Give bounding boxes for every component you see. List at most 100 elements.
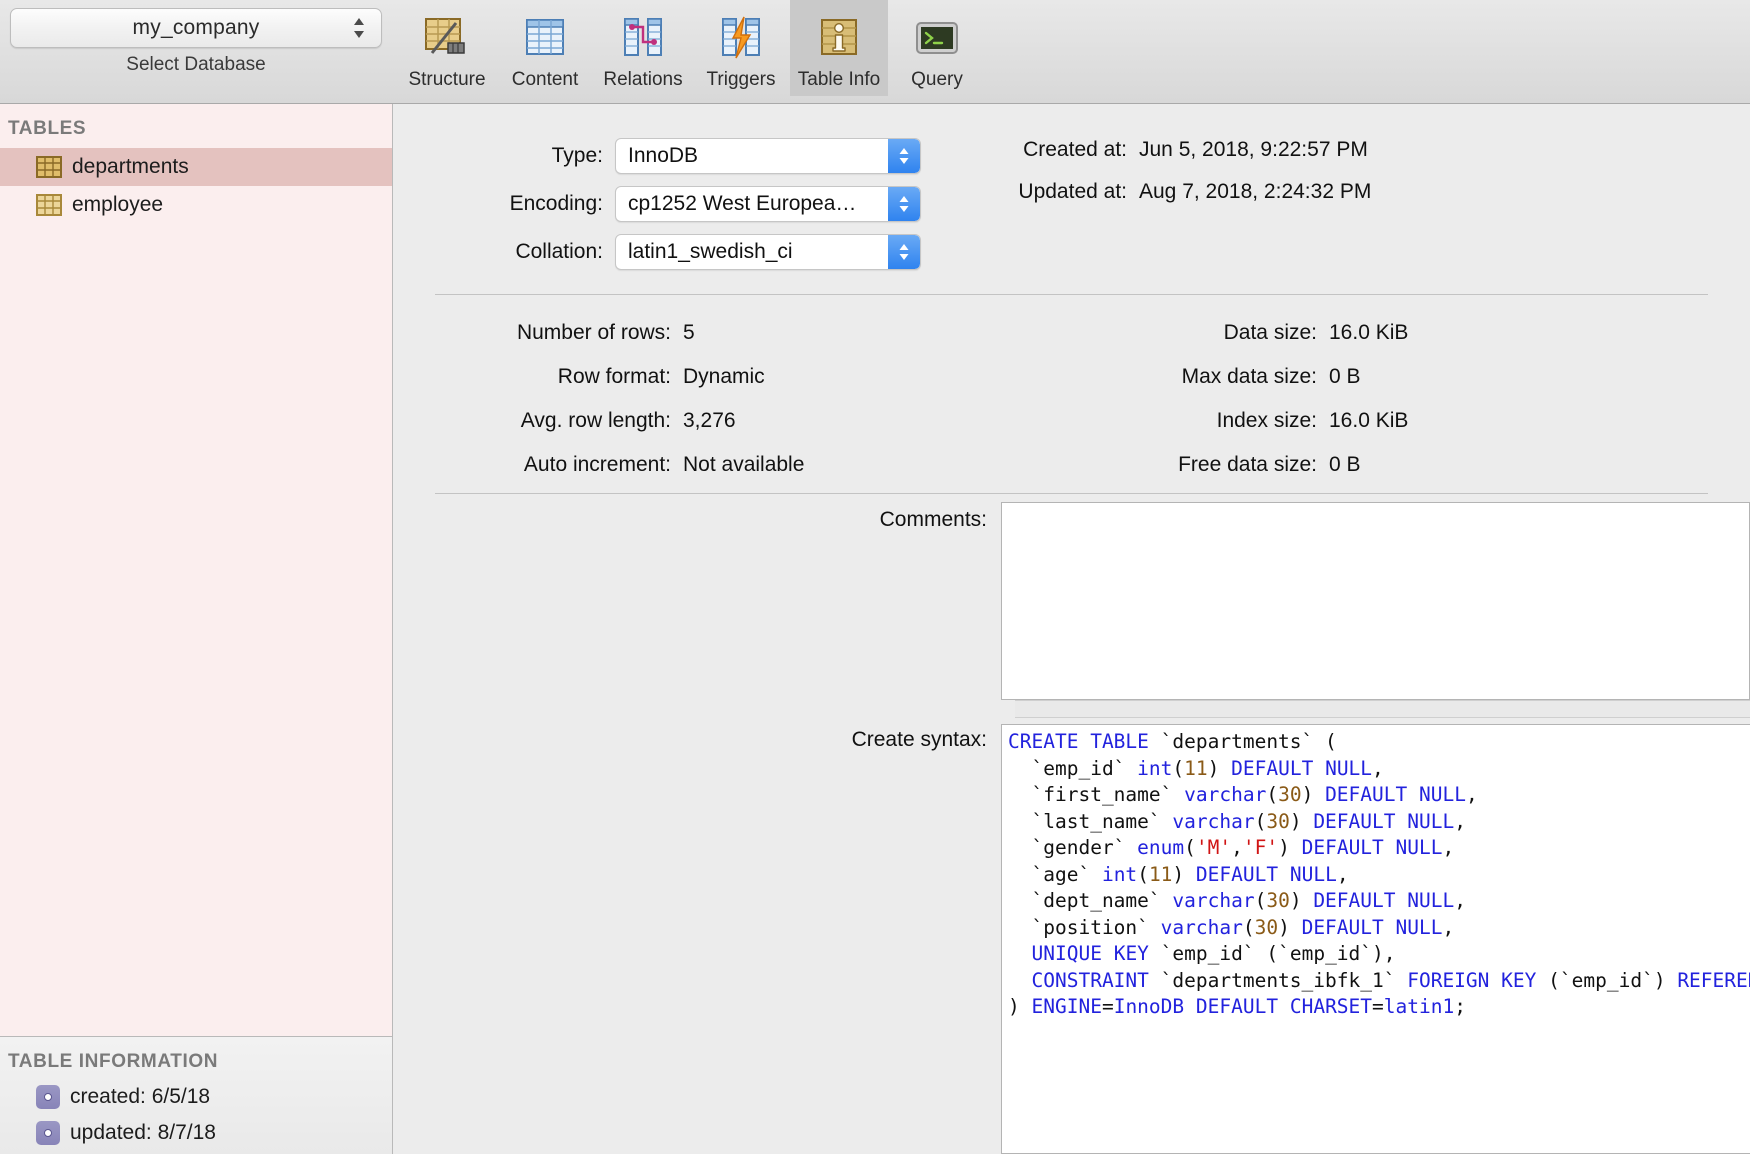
sidebar-item-label: employee bbox=[72, 193, 164, 216]
collation-row: Collation: latin1_swedish_ci bbox=[393, 234, 1750, 270]
tab-structure-label: Structure bbox=[408, 69, 486, 90]
auto-increment-value: Not available bbox=[683, 453, 805, 476]
tables-header: TABLES bbox=[8, 118, 87, 139]
max-data-size-row: Max data size: 0 B bbox=[1077, 365, 1408, 409]
triggers-icon bbox=[715, 12, 767, 64]
tab-content-label: Content bbox=[511, 69, 579, 90]
row-format-row: Row format: Dynamic bbox=[393, 365, 804, 409]
clock-icon bbox=[36, 1085, 60, 1109]
index-size-row: Index size: 16.0 KiB bbox=[1077, 409, 1409, 453]
updated-at-value: Aug 7, 2018, 2:24:32 PM bbox=[1139, 180, 1372, 203]
avg-row-length-value: 3,276 bbox=[683, 409, 736, 432]
created-at-row: Created at: Jun 5, 2018, 9:22:57 PM bbox=[953, 138, 1371, 162]
statistics-left-column: Number of rows: 5 Row format: Dynamic Av… bbox=[393, 321, 804, 497]
updown-chevron-icon bbox=[351, 14, 367, 42]
clock-icon bbox=[36, 1121, 60, 1145]
tab-table-info[interactable]: Table Info bbox=[790, 0, 888, 96]
relations-icon bbox=[617, 12, 669, 64]
auto-increment-row: Auto increment: Not available bbox=[393, 453, 804, 497]
statistics-right-column: Data size: 16.0 KiB Max data size: 0 B I… bbox=[1077, 321, 1408, 497]
chevron-updown-icon[interactable] bbox=[888, 187, 920, 221]
encoding-select[interactable]: cp1252 West Europea… bbox=[615, 186, 921, 222]
number-of-rows-value: 5 bbox=[683, 321, 695, 344]
tab-triggers[interactable]: Triggers bbox=[692, 0, 790, 96]
tab-table-info-label: Table Info bbox=[797, 69, 881, 90]
collation-select-value: latin1_swedish_ci bbox=[628, 240, 793, 263]
chevron-updown-icon[interactable] bbox=[888, 235, 920, 269]
tab-relations[interactable]: Relations bbox=[594, 0, 692, 96]
free-data-size-row: Free data size: 0 B bbox=[1077, 453, 1408, 497]
window-body: TABLES departments employee TABLE INFORM… bbox=[0, 104, 1750, 1154]
tables-list-panel: TABLES departments employee bbox=[0, 104, 392, 1036]
updated-at-label: Updated at: bbox=[1018, 180, 1127, 203]
type-select-value: InnoDB bbox=[628, 144, 699, 167]
number-of-rows-row: Number of rows: 5 bbox=[393, 321, 804, 365]
toolbar-tabs: Structure Content Relations Triggers Tab… bbox=[392, 0, 986, 103]
table-info-created-row: created: 6/5/18 bbox=[0, 1079, 392, 1115]
database-select-value: my_company bbox=[132, 16, 260, 39]
row-format-label: Row format: bbox=[557, 365, 671, 388]
index-size-value: 16.0 KiB bbox=[1329, 409, 1409, 432]
table-info-updated-row: updated: 8/7/18 bbox=[0, 1115, 392, 1151]
timestamps-group: Created at: Jun 5, 2018, 9:22:57 PM Upda… bbox=[953, 138, 1371, 222]
auto-increment-label: Auto increment: bbox=[523, 453, 671, 476]
encoding-select-value: cp1252 West Europea… bbox=[628, 192, 857, 215]
tab-relations-label: Relations bbox=[603, 69, 683, 90]
sequel-pro-window: my_company Select Database Structure Con… bbox=[0, 0, 1750, 1154]
query-icon bbox=[911, 12, 963, 64]
tab-query-label: Query bbox=[911, 69, 963, 90]
encoding-label: Encoding: bbox=[509, 192, 603, 215]
sidebar-item-employee[interactable]: employee bbox=[0, 186, 392, 224]
structure-icon bbox=[421, 12, 473, 64]
avg-row-length-row: Avg. row length: 3,276 bbox=[393, 409, 804, 453]
table-info-created-label: created: 6/5/18 bbox=[70, 1085, 211, 1108]
sidebar-item-departments[interactable]: departments bbox=[0, 148, 392, 186]
type-label: Type: bbox=[551, 144, 603, 167]
database-select[interactable]: my_company bbox=[10, 8, 382, 48]
created-at-label: Created at: bbox=[1023, 138, 1127, 161]
sidebar-item-label: departments bbox=[72, 155, 189, 178]
database-select-group: my_company Select Database bbox=[0, 0, 392, 76]
create-syntax-view[interactable]: CREATE TABLE `departments` ( `emp_id` in… bbox=[1001, 724, 1750, 1154]
chevron-updown-icon[interactable] bbox=[888, 139, 920, 173]
divider-top bbox=[435, 294, 1708, 295]
tab-structure[interactable]: Structure bbox=[398, 0, 496, 96]
create-syntax-label: Create syntax: bbox=[851, 728, 987, 751]
max-data-size-value: 0 B bbox=[1329, 365, 1361, 388]
comments-group: Comments: bbox=[393, 502, 1750, 700]
sidebar: TABLES departments employee TABLE INFORM… bbox=[0, 104, 393, 1154]
data-size-label: Data size: bbox=[1223, 321, 1317, 344]
row-format-value: Dynamic bbox=[683, 365, 765, 388]
table-info-icon bbox=[813, 12, 865, 64]
splitter-bar[interactable] bbox=[1015, 700, 1750, 718]
tab-content[interactable]: Content bbox=[496, 0, 594, 96]
data-size-row: Data size: 16.0 KiB bbox=[1077, 321, 1409, 365]
collation-label: Collation: bbox=[515, 240, 603, 263]
create-syntax-text: CREATE TABLE `departments` ( `emp_id` in… bbox=[1008, 730, 1750, 1018]
comments-input[interactable] bbox=[1001, 502, 1750, 700]
free-data-size-label: Free data size: bbox=[1178, 453, 1317, 476]
number-of-rows-label: Number of rows: bbox=[516, 321, 671, 344]
created-at-value: Jun 5, 2018, 9:22:57 PM bbox=[1139, 138, 1368, 161]
toolbar: my_company Select Database Structure Con… bbox=[0, 0, 1750, 104]
max-data-size-label: Max data size: bbox=[1181, 365, 1317, 388]
statistics-group: Number of rows: 5 Row format: Dynamic Av… bbox=[393, 321, 1750, 481]
collation-select[interactable]: latin1_swedish_ci bbox=[615, 234, 921, 270]
tab-query[interactable]: Query bbox=[888, 0, 986, 96]
content-icon bbox=[519, 12, 571, 64]
create-syntax-group: Create syntax: CREATE TABLE `departments… bbox=[393, 724, 1750, 1154]
data-size-value: 16.0 KiB bbox=[1329, 321, 1409, 344]
comments-label: Comments: bbox=[879, 508, 987, 531]
updated-at-row: Updated at: Aug 7, 2018, 2:24:32 PM bbox=[953, 180, 1371, 204]
tab-triggers-label: Triggers bbox=[706, 69, 776, 90]
type-select[interactable]: InnoDB bbox=[615, 138, 921, 174]
select-database-caption: Select Database bbox=[126, 54, 266, 75]
table-information-header: TABLE INFORMATION bbox=[8, 1051, 219, 1072]
table-icon bbox=[36, 194, 62, 216]
table-icon bbox=[36, 156, 62, 178]
table-info-panel: Type: InnoDB Encoding: cp1252 West Europ… bbox=[393, 104, 1750, 1154]
free-data-size-value: 0 B bbox=[1329, 453, 1361, 476]
index-size-label: Index size: bbox=[1216, 409, 1317, 432]
table-information-panel: TABLE INFORMATION created: 6/5/18 update… bbox=[0, 1036, 392, 1154]
table-info-updated-label: updated: 8/7/18 bbox=[70, 1121, 216, 1144]
